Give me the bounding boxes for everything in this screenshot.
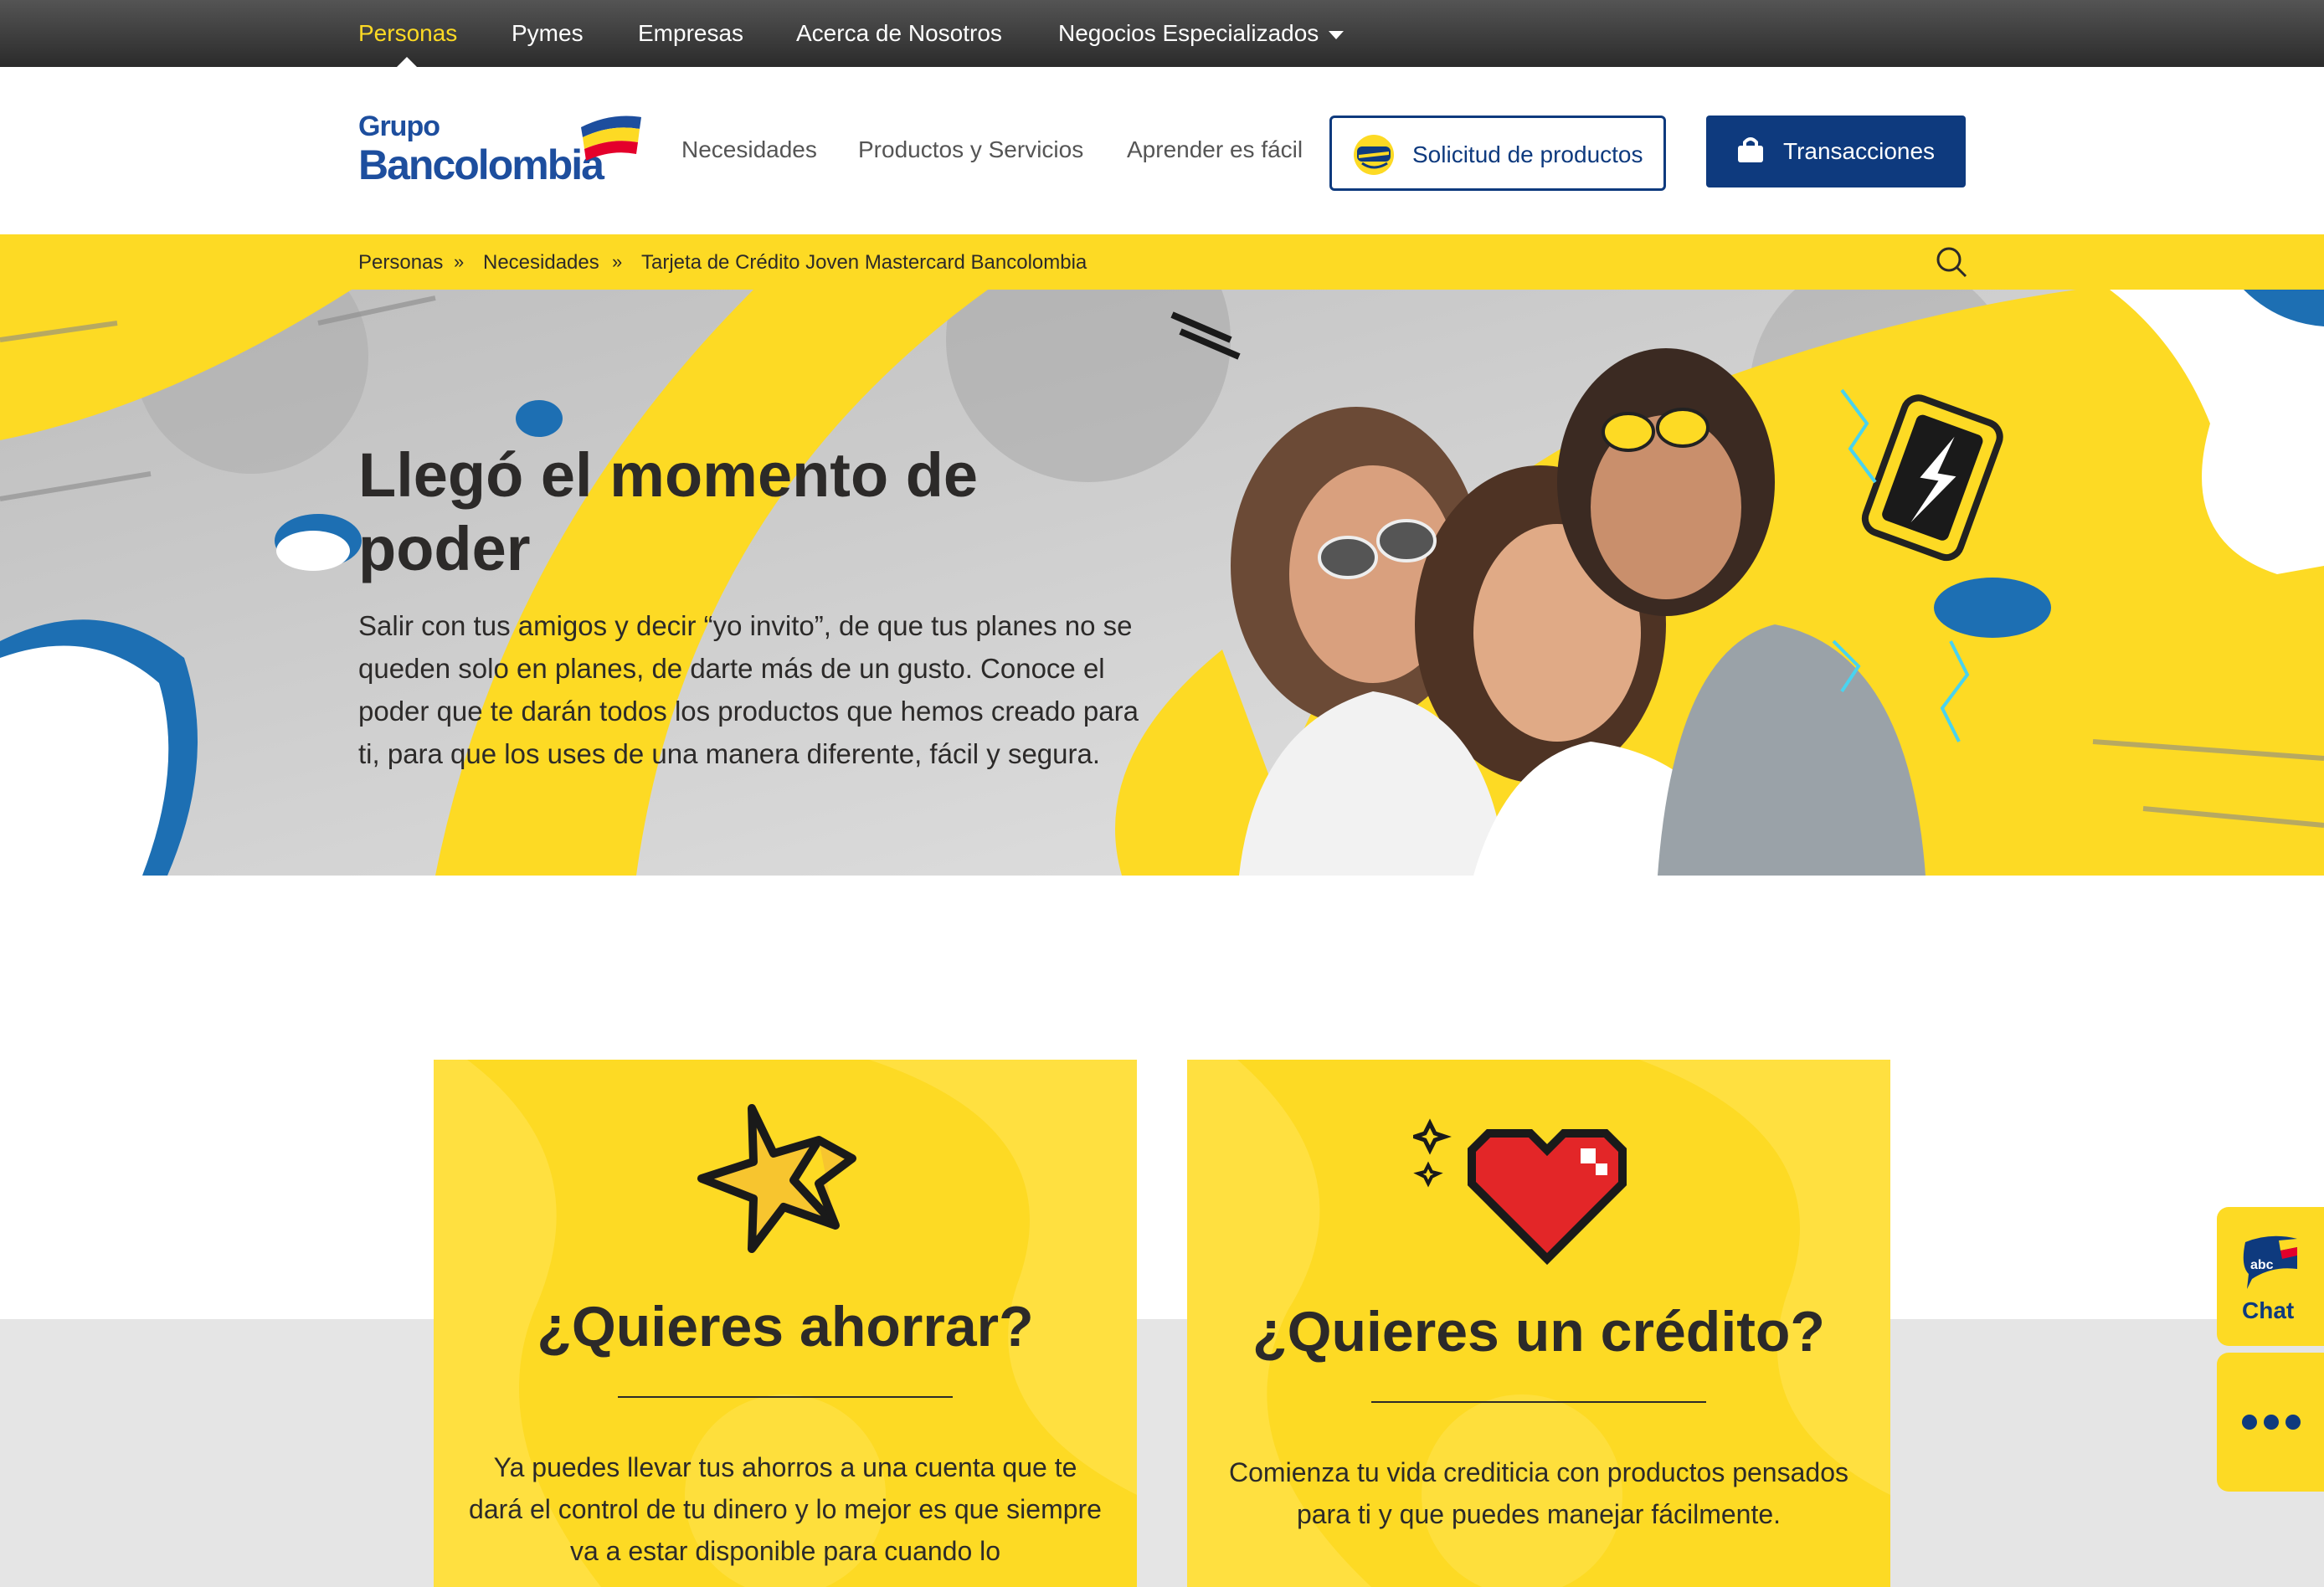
transacciones-label: Transacciones <box>1783 138 1936 164</box>
breadcrumb-personas[interactable]: Personas <box>358 251 443 275</box>
card-divider <box>1371 1401 1706 1403</box>
hero-banner: Llegó el momento de poder Salir con tus … <box>0 290 2324 876</box>
card-ahorrar[interactable]: ¿Quieres ahorrar? Ya puedes llevar tus a… <box>434 1060 1137 1587</box>
card-ahorrar-text: Ya puedes llevar tus ahorros a una cuent… <box>469 1452 1102 1566</box>
top-nav-negocios[interactable]: Negocios Especializados <box>1058 0 1345 67</box>
top-nav-bar: Personas Pymes Empresas Acerca de Nosotr… <box>0 0 2324 67</box>
top-nav-negocios-label: Negocios Especializados <box>1058 20 1319 46</box>
card-divider <box>618 1396 953 1398</box>
chevron-down-icon <box>1329 30 1345 39</box>
card-credito-title: ¿Quieres un crédito? <box>1252 1300 1825 1364</box>
pixel-heart-icon <box>1413 1118 1627 1266</box>
active-indicator <box>397 57 417 67</box>
chat-label: Chat <box>2242 1297 2295 1323</box>
nav-necesidades[interactable]: Necesidades <box>681 136 817 163</box>
search-icon[interactable] <box>1934 244 1969 280</box>
card-credito[interactable]: ¿Quieres un crédito? Comienza tu vida cr… <box>1187 1060 1890 1587</box>
card-credito-text: Comienza tu vida crediticia con producto… <box>1229 1457 1848 1529</box>
breadcrumb-current: Tarjeta de Crédito Joven Mastercard Banc… <box>641 251 1087 274</box>
breadcrumb-separator: » <box>454 251 465 272</box>
chat-badge: abc <box>2250 1258 2274 1272</box>
logo-line1: Grupo <box>358 110 440 142</box>
hero-body: Salir con tus amigos y decir “yo invito”… <box>358 610 1139 769</box>
breadcrumb-separator: » <box>612 251 623 272</box>
solicitud-icon <box>1354 135 1394 175</box>
ellipsis-icon <box>2285 1415 2301 1430</box>
hero-illustration <box>0 290 2324 876</box>
nav-productos-servicios[interactable]: Productos y Servicios <box>858 136 1083 163</box>
ellipsis-icon <box>2264 1415 2279 1430</box>
breadcrumb-necesidades[interactable]: Necesidades <box>483 251 599 275</box>
top-nav-acerca[interactable]: Acerca de Nosotros <box>796 0 1002 67</box>
main-header: Grupo Bancolombia Necesidades Productos … <box>0 67 2324 234</box>
ellipsis-icon <box>2242 1415 2257 1430</box>
card-ahorrar-title: ¿Quieres ahorrar? <box>537 1295 1034 1358</box>
section-gray-background <box>0 1319 2324 1587</box>
bancolombia-logo[interactable]: Grupo Bancolombia <box>358 110 643 194</box>
solicitud-productos-button[interactable]: Solicitud de productos <box>1329 116 1666 191</box>
hero-title: Llegó el momento de poder <box>358 440 979 583</box>
transacciones-button[interactable]: Transacciones <box>1706 116 1966 187</box>
nav-aprender[interactable]: Aprender es fácil <box>1127 136 1303 163</box>
more-options-button[interactable] <box>2217 1353 2324 1492</box>
lock-bag-icon <box>1738 137 1763 162</box>
logo-line2: Bancolombia <box>358 141 604 188</box>
top-nav-empresas[interactable]: Empresas <box>638 0 743 67</box>
top-nav-pymes[interactable]: Pymes <box>512 0 584 67</box>
breadcrumb: Personas » Necesidades » Tarjeta de Créd… <box>0 234 2324 290</box>
star-icon <box>697 1104 856 1253</box>
chat-widget-button[interactable]: abc Chat <box>2217 1207 2324 1346</box>
chat-bubble-icon: abc <box>2243 1235 2297 1289</box>
solicitud-label: Solicitud de productos <box>1412 141 1643 167</box>
logo-flag-icon <box>581 116 641 161</box>
